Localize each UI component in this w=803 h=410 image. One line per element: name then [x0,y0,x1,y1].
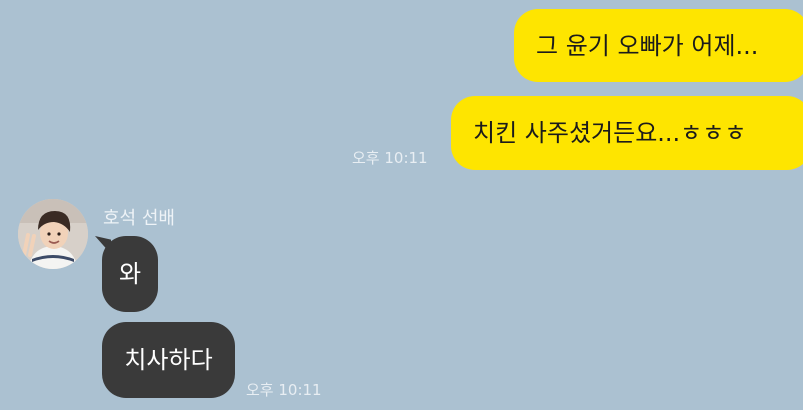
other-message-bubble[interactable]: 치사하다 [102,322,235,398]
message-text: 와 [118,260,142,288]
message-timestamp: 오후 10:11 [246,381,322,399]
sender-name: 호석 선배 [103,208,175,229]
my-message-bubble[interactable]: 그 윤기 오빠가 어제... [514,9,803,82]
profile-photo-icon [18,199,88,269]
other-message-bubble[interactable]: 와 [102,236,158,312]
my-message-bubble[interactable]: 치킨 사주셨거든요...ㅎㅎㅎ [451,96,803,170]
message-text: 치킨 사주셨거든요...ㅎㅎㅎ [473,119,747,147]
message-timestamp: 오후 10:11 [352,149,428,167]
message-text: 그 윤기 오빠가 어제... [536,31,759,60]
message-text: 치사하다 [124,346,213,374]
avatar[interactable] [18,199,88,269]
chat-area: 그 윤기 오빠가 어제... 치킨 사주셨거든요...ㅎㅎㅎ 오후 10:11 … [0,0,803,410]
